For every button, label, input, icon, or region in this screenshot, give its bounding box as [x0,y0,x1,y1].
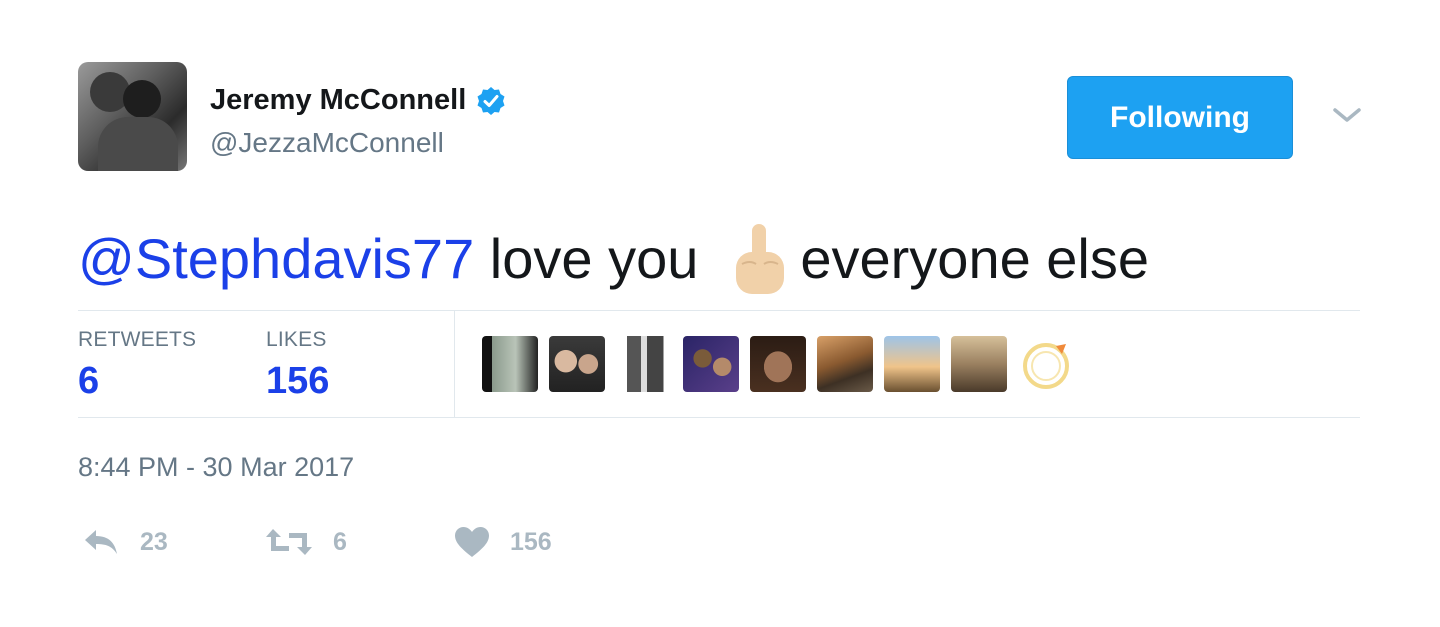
liker-avatar[interactable] [683,336,739,392]
like-count: 156 [510,527,552,556]
mention-link[interactable]: @Stephdavis77 [78,226,474,291]
retweet-icon [265,526,313,558]
liker-avatar[interactable] [750,336,806,392]
reply-icon [82,526,120,558]
verified-badge-icon [476,86,506,116]
profile-avatar[interactable] [78,62,187,171]
tweet-text: @Stephdavis77 love you everyone else [78,218,1149,298]
liker-avatar[interactable] [549,336,605,392]
liker-avatar[interactable] [1018,336,1074,392]
tweet-card: Jeremy McConnell @JezzaMcConnell Followi… [0,0,1440,627]
likes-count[interactable]: 156 [266,360,329,403]
retweet-action[interactable]: 6 [265,526,347,558]
chevron-down-icon[interactable] [1330,100,1364,130]
display-name-row[interactable]: Jeremy McConnell [210,84,506,117]
divider [78,417,1360,418]
avatar-shape [123,80,161,118]
likers-list [482,336,1074,392]
like-action[interactable]: 156 [454,526,552,558]
display-name[interactable]: Jeremy McConnell [210,84,466,117]
user-handle[interactable]: @JezzaMcConnell [210,127,444,159]
liker-avatar[interactable] [616,336,672,392]
liker-avatar[interactable] [884,336,940,392]
divider [78,310,1360,311]
heart-icon [454,526,490,558]
liker-avatar[interactable] [482,336,538,392]
tweet-timestamp[interactable]: 8:44 PM - 30 Mar 2017 [78,452,354,483]
retweets-count[interactable]: 6 [78,360,99,403]
divider [454,311,455,417]
middle-finger-emoji-icon [728,218,792,298]
retweet-count: 6 [333,527,347,556]
reply-count: 23 [140,527,168,556]
tweet-text-part: love you [474,226,699,290]
liker-avatar[interactable] [817,336,873,392]
liker-avatar[interactable] [951,336,1007,392]
reply-action[interactable]: 23 [82,526,168,558]
likes-label[interactable]: LIKES [266,328,327,352]
retweets-label[interactable]: RETWEETS [78,328,196,352]
avatar-shape [98,117,178,171]
tweet-text-part: everyone else [800,226,1150,290]
following-button[interactable]: Following [1067,76,1293,159]
